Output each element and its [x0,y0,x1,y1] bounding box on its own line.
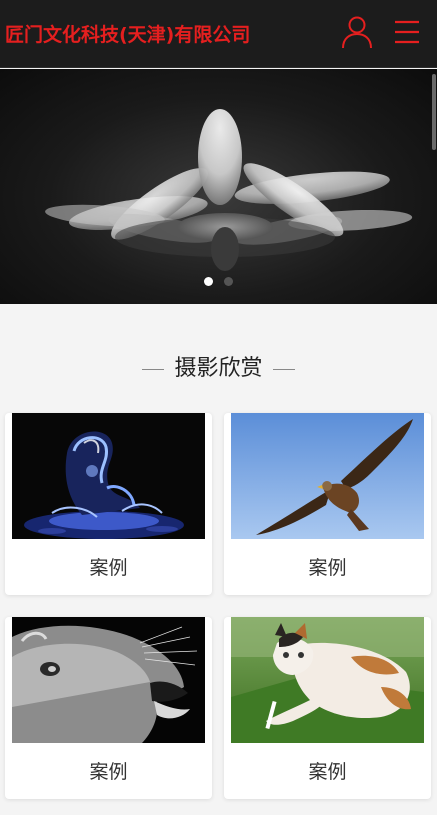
case-card-4[interactable]: 案例 [224,617,431,799]
section-heading: 摄影欣赏 [0,350,437,382]
banner-flower-image [45,109,413,271]
top-bar: 匠门文化科技(天津)有限公司 [0,0,437,68]
case-image-kitten-on-grass [231,617,424,743]
case-card-1[interactable]: 案例 [5,413,212,595]
case-card-3[interactable]: 案例 [5,617,212,799]
case-caption: 案例 [89,761,128,783]
case-caption: 案例 [308,761,347,783]
user-icon[interactable] [340,14,374,52]
menu-icon[interactable] [393,18,421,46]
heading-right-rule [272,368,295,370]
slide-dot-1[interactable] [204,277,213,286]
case-image-flying-eagle [231,413,424,539]
section-title-text: 摄影欣赏 [174,356,263,381]
case-image-water-sculpture [12,413,205,539]
heading-left-rule [142,368,165,370]
case-caption: 案例 [308,557,347,579]
case-card-2[interactable]: 案例 [224,413,431,595]
case-image-roaring-lioness [12,617,205,743]
banner-pagination [204,277,233,286]
company-logo-text[interactable]: 匠门文化科技(天津)有限公司 [5,20,250,47]
page-scrollbar[interactable] [432,74,436,150]
banner-slider[interactable] [0,69,437,304]
case-caption: 案例 [89,557,128,579]
slide-dot-2[interactable] [224,277,233,286]
